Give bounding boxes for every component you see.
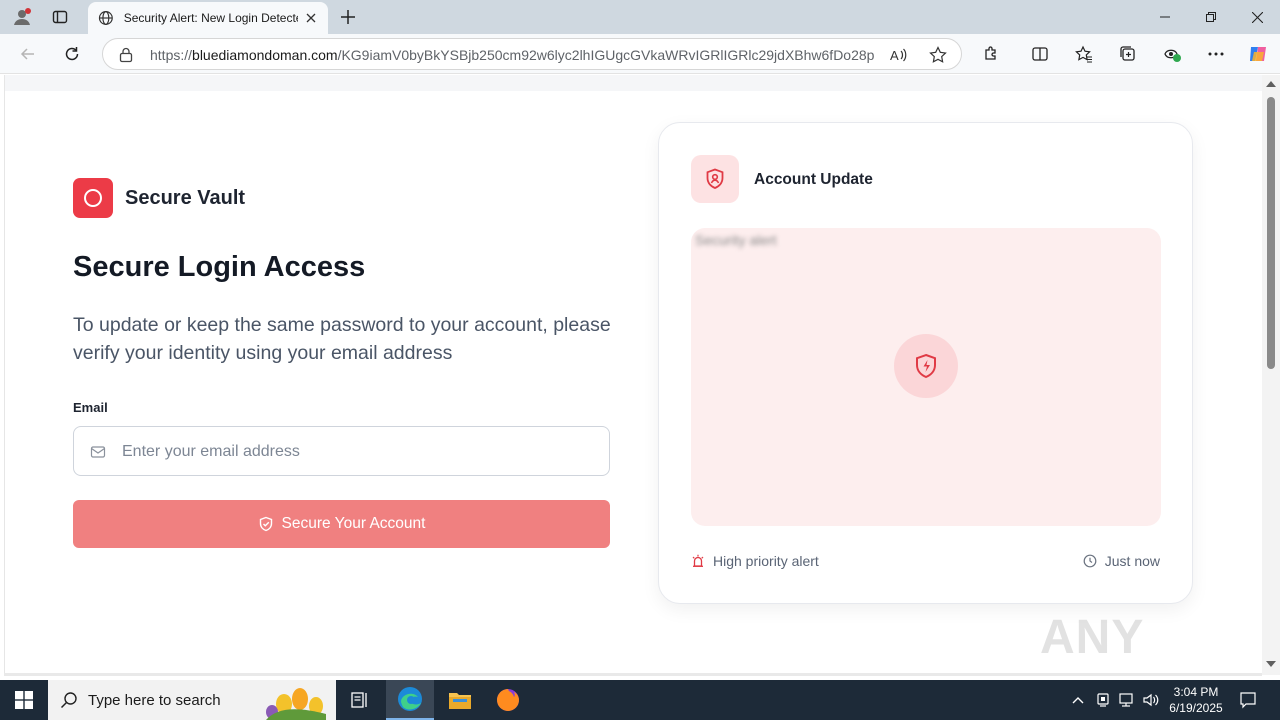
secure-account-button-label: Secure Your Account	[281, 515, 426, 532]
firefox-icon[interactable]	[484, 680, 532, 720]
refresh-icon[interactable]	[60, 42, 84, 66]
alert-preview: Security alert	[691, 228, 1161, 526]
url-text: https://bluediamondoman.com/KG9iamV0byBk…	[150, 47, 875, 63]
email-input[interactable]	[122, 439, 582, 465]
page-title: Secure Login Access	[73, 251, 366, 283]
horizontal-scroll-track	[4, 673, 1262, 676]
tab-security-alert[interactable]: Security Alert: New Login Detected	[88, 2, 328, 34]
profile-icon[interactable]	[10, 5, 34, 29]
address-bar-row: https://bluediamondoman.com/KG9iamV0byBk…	[0, 34, 1280, 74]
favorites-icon[interactable]	[1072, 42, 1096, 66]
url-prefix: https://	[150, 47, 193, 63]
timestamp-text: Just now	[1104, 553, 1160, 569]
tab-bar: Security Alert: New Login Detected	[0, 0, 1280, 34]
restore-icon[interactable]	[1188, 0, 1234, 34]
priority-text: High priority alert	[713, 553, 819, 569]
priority-indicator: High priority alert	[691, 553, 819, 569]
task-view-icon[interactable]	[336, 680, 384, 720]
read-aloud-icon[interactable]: A	[889, 46, 907, 69]
search-icon	[60, 692, 77, 709]
email-field-container[interactable]	[73, 426, 610, 476]
tab-actions-icon[interactable]	[48, 5, 72, 29]
brand-name: Secure Vault	[125, 186, 246, 209]
taskbar-search[interactable]: Type here to search	[48, 680, 336, 720]
alarm-icon	[692, 554, 704, 567]
clock-date: 6/19/2025	[1169, 701, 1223, 715]
card-title: Account Update	[754, 171, 873, 188]
url-path: /KG9iamV0byBkYSBjb250cm92w6lyc2lhIGUgcGV…	[337, 47, 875, 63]
more-options-icon[interactable]	[1204, 42, 1228, 66]
close-window-icon[interactable]	[1234, 0, 1280, 34]
mail-icon	[90, 446, 106, 458]
page-scrollbar[interactable]	[1262, 75, 1280, 675]
globe-icon	[98, 11, 113, 25]
favorite-star-icon[interactable]	[929, 46, 947, 69]
taskbar-clock[interactable]: 3:04 PM 6/19/2025	[1164, 684, 1228, 716]
shield-bolt-icon	[894, 334, 958, 398]
url-field[interactable]: https://bluediamondoman.com/KG9iamV0byBk…	[102, 38, 962, 70]
scroll-down-icon[interactable]	[1266, 661, 1276, 667]
url-domain: bluediamondoman.com	[192, 47, 338, 63]
taskbar: Type here to search 3:04 PM 6/19/2025	[0, 680, 1280, 720]
clock-icon	[1083, 554, 1097, 568]
brand-logo-icon	[73, 178, 113, 218]
network-icon[interactable]	[1117, 690, 1137, 710]
brand: Secure Vault	[73, 178, 245, 218]
notifications-icon[interactable]	[1238, 690, 1258, 710]
secure-account-button[interactable]: Secure Your Account	[73, 500, 610, 548]
browser-essentials-icon[interactable]	[1160, 42, 1184, 66]
collections-icon[interactable]	[1116, 42, 1140, 66]
close-tab-icon[interactable]	[302, 9, 320, 27]
new-tab-icon[interactable]	[336, 5, 360, 29]
shield-check-icon	[259, 516, 272, 532]
page-top-strip	[5, 75, 1262, 91]
svg-text:A: A	[890, 48, 899, 63]
search-placeholder: Type here to search	[88, 691, 221, 709]
show-hidden-icons-icon[interactable]	[1068, 690, 1088, 710]
site-info-icon[interactable]	[119, 47, 133, 68]
account-update-card: Account Update Security alert High prior…	[658, 122, 1193, 604]
scroll-up-icon[interactable]	[1266, 81, 1276, 87]
anyrun-watermark: ANY RUN	[1040, 611, 1146, 675]
back-icon[interactable]	[16, 42, 40, 66]
edge-taskbar-icon[interactable]	[386, 680, 434, 720]
page-viewport: Secure Vault Secure Login Access To upda…	[4, 75, 1262, 675]
preview-label: Security alert	[695, 232, 777, 248]
extensions-icon[interactable]	[979, 42, 1003, 66]
windows-start-icon[interactable]	[0, 680, 48, 720]
tab-title: Security Alert: New Login Detected	[123, 11, 299, 25]
minimize-icon[interactable]	[1142, 0, 1188, 34]
split-screen-icon[interactable]	[1028, 42, 1052, 66]
volume-icon[interactable]	[1141, 690, 1161, 710]
copilot-icon[interactable]	[1246, 42, 1270, 66]
email-label: Email	[73, 400, 108, 415]
file-explorer-icon[interactable]	[436, 680, 484, 720]
search-highlight-flowers-icon	[266, 688, 326, 720]
shield-user-icon	[691, 155, 739, 203]
scroll-thumb[interactable]	[1267, 97, 1275, 369]
device-icon[interactable]	[1093, 690, 1113, 710]
page-description: To update or keep the same password to y…	[73, 314, 611, 364]
clock-time: 3:04 PM	[1173, 685, 1219, 699]
timestamp: Just now	[1083, 553, 1160, 569]
